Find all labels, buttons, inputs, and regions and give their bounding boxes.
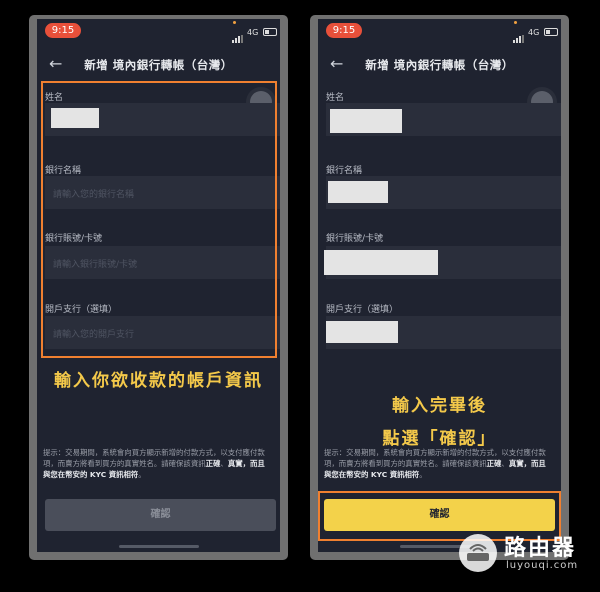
status-time: 9:15 — [326, 23, 362, 38]
page-title: 新增 境內銀行轉帳（台灣） — [365, 58, 514, 72]
redacted-value — [330, 109, 402, 133]
network-label: 4G — [247, 28, 259, 37]
notice-text: 提示：交易期間，系統會向買方顯示新增的付款方式，以支付應付款項，而賣方將看到買方… — [43, 448, 265, 479]
right-screen: 9:15 4G ← 新增 境內銀行轉帳（台灣） 姓名 銀行名稱 銀行賬號/卡號 … — [318, 19, 561, 552]
home-indicator — [118, 545, 199, 548]
name-input[interactable] — [326, 103, 561, 136]
account-input[interactable] — [324, 246, 561, 279]
branch-label: 開戶支行（選填） — [326, 305, 399, 315]
caption-right-line1: 輸入完畢後 — [392, 396, 487, 416]
confirm-button-disabled[interactable]: 確認 — [45, 499, 276, 531]
redacted-value — [328, 181, 388, 203]
confirm-button[interactable]: 確認 — [324, 499, 555, 531]
left-screen: 9:15 4G ← 新增 境內銀行轉帳（台灣） 姓名 銀行名稱 請輸入您的銀行名… — [37, 19, 280, 552]
left-phone-frame: 9:15 4G ← 新增 境內銀行轉帳（台灣） 姓名 銀行名稱 請輸入您的銀行名… — [29, 15, 288, 560]
redacted-value — [326, 321, 398, 343]
router-logo-icon — [459, 534, 497, 572]
redacted-value — [324, 250, 438, 275]
status-time: 9:15 — [45, 23, 81, 38]
watermark-name: 路由器 — [504, 536, 577, 561]
branch-input[interactable] — [326, 316, 561, 349]
bank-label: 銀行名稱 — [326, 166, 363, 176]
signal-bars-icon — [513, 28, 525, 43]
watermark-url: luyouqi.com — [506, 560, 579, 571]
network-label: 4G — [528, 28, 540, 37]
camera-dot — [514, 21, 517, 24]
watermark-logo: 路由器 luyouqi.com — [458, 528, 598, 578]
notice-text: 提示：交易期間，系統會向買方顯示新增的付款方式，以支付應付款項，而賣方將看到買方… — [324, 448, 546, 479]
signal-bars-icon — [232, 28, 244, 43]
highlight-form-box — [41, 81, 277, 358]
bank-input[interactable] — [326, 176, 561, 209]
page-title: 新增 境內銀行轉帳（台灣） — [84, 58, 233, 72]
caption-right-line2: 點選「確認」 — [382, 429, 497, 449]
battery-icon — [263, 28, 277, 36]
battery-icon — [544, 28, 558, 36]
right-phone-frame: 9:15 4G ← 新增 境內銀行轉帳（台灣） 姓名 銀行名稱 銀行賬號/卡號 … — [310, 15, 569, 560]
account-label: 銀行賬號/卡號 — [326, 234, 384, 244]
name-label: 姓名 — [326, 93, 345, 103]
caption-left: 輸入你欲收款的帳戶資訊 — [54, 371, 263, 391]
camera-dot — [233, 21, 236, 24]
